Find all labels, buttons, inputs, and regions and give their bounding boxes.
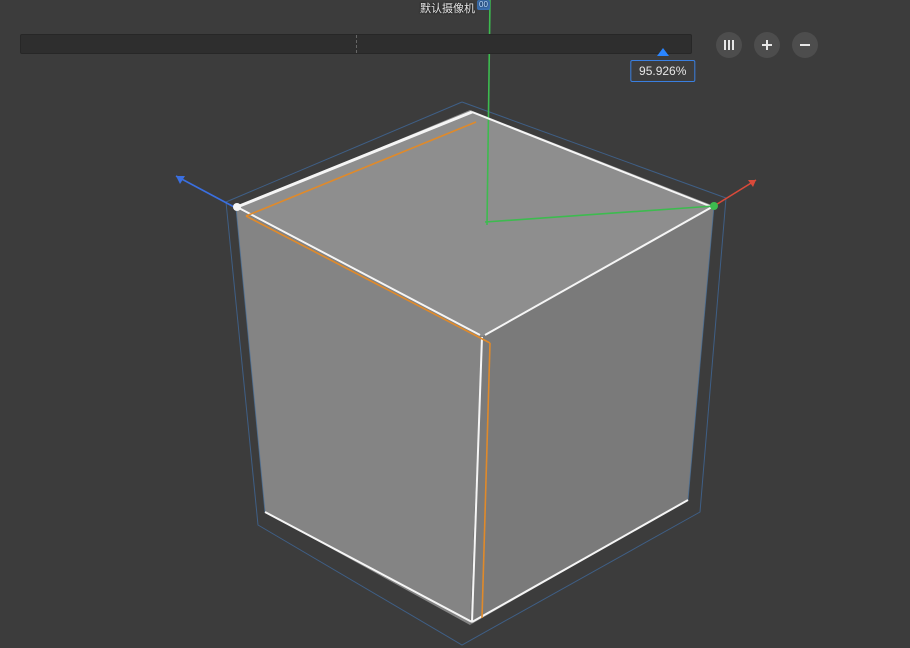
- cube-face-top: [236, 110, 714, 337]
- remove-button[interactable]: [792, 32, 818, 58]
- viewport-3d[interactable]: 默认摄像机 00 95.926%: [0, 0, 910, 648]
- cube-outer-outline: [226, 102, 726, 645]
- columns-icon: [723, 39, 735, 51]
- vertex-dot-left: [233, 203, 241, 211]
- plus-icon: [761, 39, 773, 51]
- cube-face-left: [236, 208, 482, 625]
- slider-value-text: 95.926%: [639, 64, 686, 78]
- slider-tick: [356, 35, 357, 53]
- slider-value: 95.926%: [630, 60, 695, 82]
- camera-badge: 00: [477, 0, 490, 10]
- cube-green-edge: [485, 206, 714, 222]
- scene-canvas: [0, 0, 910, 648]
- cube-orange-edges: [246, 122, 490, 618]
- cube-edges-back: [236, 206, 714, 512]
- axis-z-arrow: [176, 176, 236, 208]
- camera-label: 默认摄像机 00: [420, 0, 490, 16]
- columns-button[interactable]: [716, 32, 742, 58]
- toolbar-round-buttons: [716, 32, 818, 58]
- add-button[interactable]: [754, 32, 780, 58]
- cube-selected-edges: [237, 112, 712, 622]
- camera-label-text: 默认摄像机: [420, 0, 475, 16]
- axis-x-arrow: [714, 180, 756, 206]
- vertex-dot-right: [710, 202, 718, 210]
- timeline-slider[interactable]: [20, 34, 692, 54]
- slider-thumb[interactable]: [657, 48, 669, 56]
- minus-icon: [799, 39, 811, 51]
- cube-face-right: [470, 206, 714, 625]
